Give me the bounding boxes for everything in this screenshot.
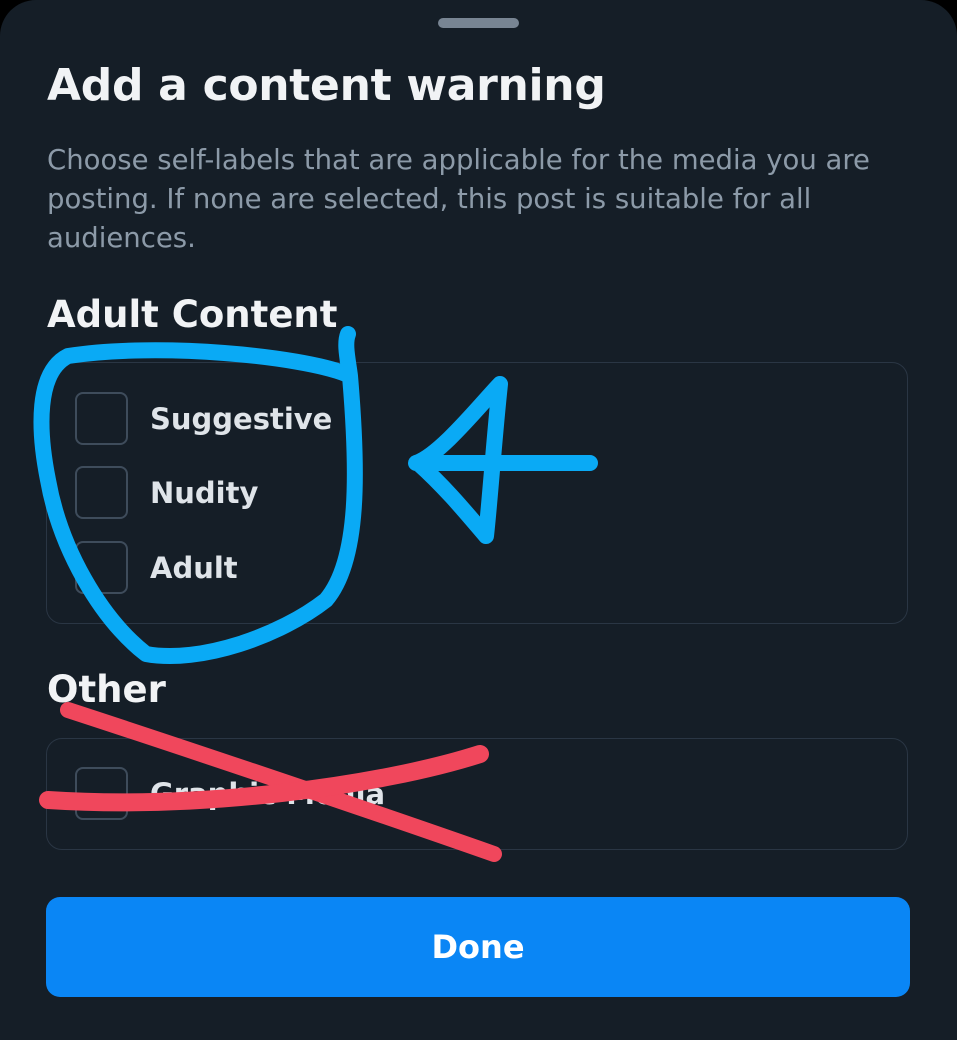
adult-checkbox[interactable] — [75, 541, 128, 594]
option-label: Nudity — [150, 475, 259, 510]
adult-content-options: Suggestive Nudity Adult — [46, 362, 908, 624]
nudity-checkbox[interactable] — [75, 466, 128, 519]
done-button[interactable]: Done — [46, 897, 910, 997]
suggestive-checkbox[interactable] — [75, 392, 128, 445]
option-label: Adult — [150, 550, 238, 585]
option-label: Suggestive — [150, 401, 333, 436]
option-adult[interactable]: Adult — [75, 540, 238, 595]
option-graphic-media[interactable]: Graphic Media — [75, 766, 385, 821]
adult-content-heading: Adult Content — [47, 293, 338, 336]
option-suggestive[interactable]: Suggestive — [75, 391, 332, 446]
option-nudity[interactable]: Nudity — [75, 465, 258, 520]
sheet-description: Choose self-labels that are applicable f… — [47, 144, 870, 254]
other-heading: Other — [47, 668, 166, 711]
option-label: Graphic Media — [150, 776, 386, 811]
drag-handle[interactable] — [438, 18, 519, 28]
bottom-sheet: Add a content warning Choose self-labels… — [0, 0, 957, 1040]
other-options: Graphic Media — [46, 738, 908, 850]
sheet-title: Add a content warning — [47, 60, 606, 111]
graphic-media-checkbox[interactable] — [75, 767, 128, 820]
